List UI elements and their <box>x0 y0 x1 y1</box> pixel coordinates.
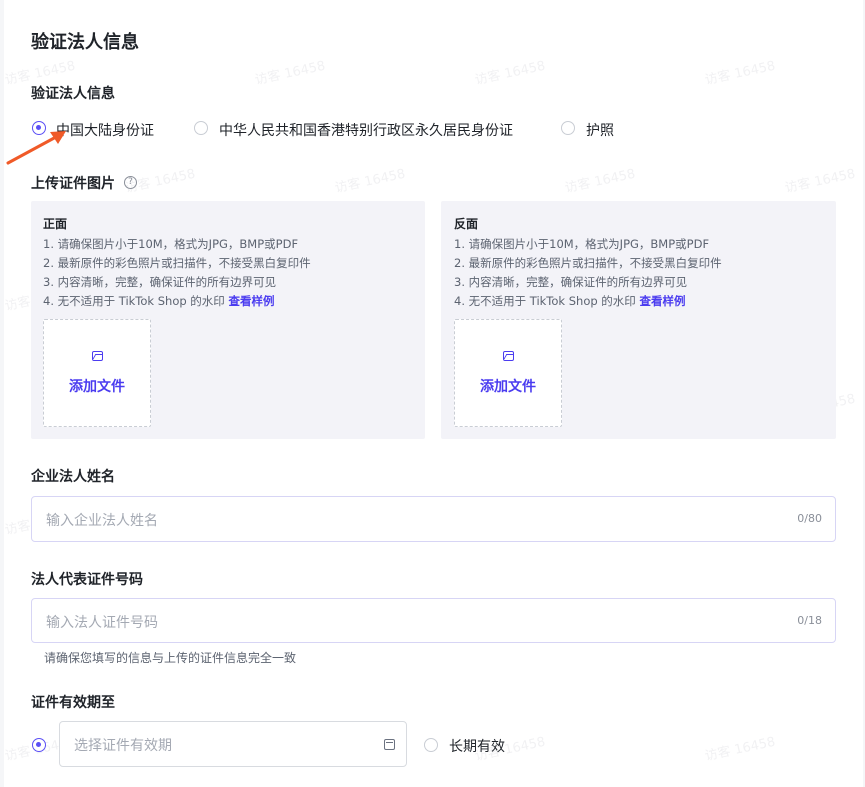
id-number-hint: 请确保您填写的信息与上传的证件信息完全一致 <box>44 651 297 665</box>
rule-text: 3. 内容清晰，完整，确保证件的所有边界可见 <box>43 275 277 289</box>
legal-name-label: 企业法人姓名 <box>31 469 115 485</box>
expiry-date-picker[interactable]: 选择证件有效期 <box>59 721 407 767</box>
panel-title: 正面 <box>43 217 68 231</box>
upload-panel-back: 反面 1. 请确保图片小于10M，格式为JPG，BMP或PDF 2. 最新原件的… <box>441 201 836 439</box>
image-icon <box>503 351 514 361</box>
radio-label: 中华人民共和国香港特别行政区永久居民身份证 <box>219 123 513 139</box>
rule-text: 2. 最新原件的彩色照片或扫描件，不接受黑白复印件 <box>454 256 722 270</box>
rule-text: 4. 无不适用于 TikTok Shop 的水印 <box>43 294 225 308</box>
id-number-label: 法人代表证件号码 <box>31 572 143 588</box>
rule-text: 1. 请确保图片小于10M，格式为JPG，BMP或PDF <box>454 237 710 251</box>
expiry-label: 证件有效期至 <box>31 695 115 711</box>
radio-unselected[interactable] <box>561 121 575 135</box>
help-icon[interactable]: ? <box>124 176 137 189</box>
rule-text-with-link: 4. 无不适用于 TikTok Shop 的水印 查看样例 <box>43 292 311 311</box>
input-placeholder: 输入企业法人姓名 <box>46 513 158 529</box>
watermark: 访客 16458 <box>253 58 327 89</box>
page-title: 验证法人信息 <box>31 32 139 53</box>
add-file-label: 添加文件 <box>480 379 536 395</box>
watermark: 访客 16458 <box>333 166 407 197</box>
radio-unselected[interactable] <box>194 121 208 135</box>
upload-rules: 1. 请确保图片小于10M，格式为JPG，BMP或PDF 2. 最新原件的彩色照… <box>43 235 311 311</box>
input-placeholder: 输入法人证件号码 <box>46 615 158 631</box>
input-placeholder: 选择证件有效期 <box>74 738 172 754</box>
annotation-arrow-icon <box>6 131 66 165</box>
panel-title: 反面 <box>454 217 479 231</box>
legal-name-input[interactable]: 输入企业法人姓名 0/80 <box>31 496 836 542</box>
char-counter: 0/80 <box>797 512 822 525</box>
watermark: 访客 16458 <box>703 734 777 765</box>
image-icon <box>92 351 103 361</box>
long-term-label: 长期有效 <box>449 739 505 755</box>
watermark: 访客 16458 <box>473 58 547 89</box>
add-file-button[interactable]: 添加文件 <box>454 319 562 427</box>
watermark: 访客 16458 <box>563 166 637 197</box>
expiry-date-radio[interactable] <box>32 738 46 752</box>
upload-label: 上传证件图片 <box>31 176 115 192</box>
rule-text: 3. 内容清晰，完整，确保证件的所有边界可见 <box>454 275 688 289</box>
watermark: 访客 16458 <box>783 166 857 197</box>
upload-rules: 1. 请确保图片小于10M，格式为JPG，BMP或PDF 2. 最新原件的彩色照… <box>454 235 722 311</box>
radio-label: 护照 <box>586 123 614 139</box>
rule-text: 1. 请确保图片小于10M，格式为JPG，BMP或PDF <box>43 237 299 251</box>
id-type-label: 验证法人信息 <box>31 86 115 102</box>
char-counter: 0/18 <box>797 614 822 627</box>
watermark: 访客 16458 <box>703 58 777 89</box>
upload-panel-front: 正面 1. 请确保图片小于10M，格式为JPG，BMP或PDF 2. 最新原件的… <box>31 201 425 439</box>
rule-text: 4. 无不适用于 TikTok Shop 的水印 <box>454 294 636 308</box>
calendar-icon[interactable] <box>384 739 395 750</box>
rule-text: 2. 最新原件的彩色照片或扫描件，不接受黑白复印件 <box>43 256 311 270</box>
rule-text-with-link: 4. 无不适用于 TikTok Shop 的水印 查看样例 <box>454 292 722 311</box>
view-sample-link[interactable]: 查看样例 <box>639 294 685 308</box>
id-number-input[interactable]: 输入法人证件号码 0/18 <box>31 598 836 643</box>
add-file-button[interactable]: 添加文件 <box>43 319 151 427</box>
view-sample-link[interactable]: 查看样例 <box>228 294 274 308</box>
long-term-radio[interactable] <box>424 738 438 752</box>
form-card: 访客 16458 访客 16458 访客 16458 访客 16458 访客 1… <box>4 0 863 787</box>
add-file-label: 添加文件 <box>69 379 125 395</box>
